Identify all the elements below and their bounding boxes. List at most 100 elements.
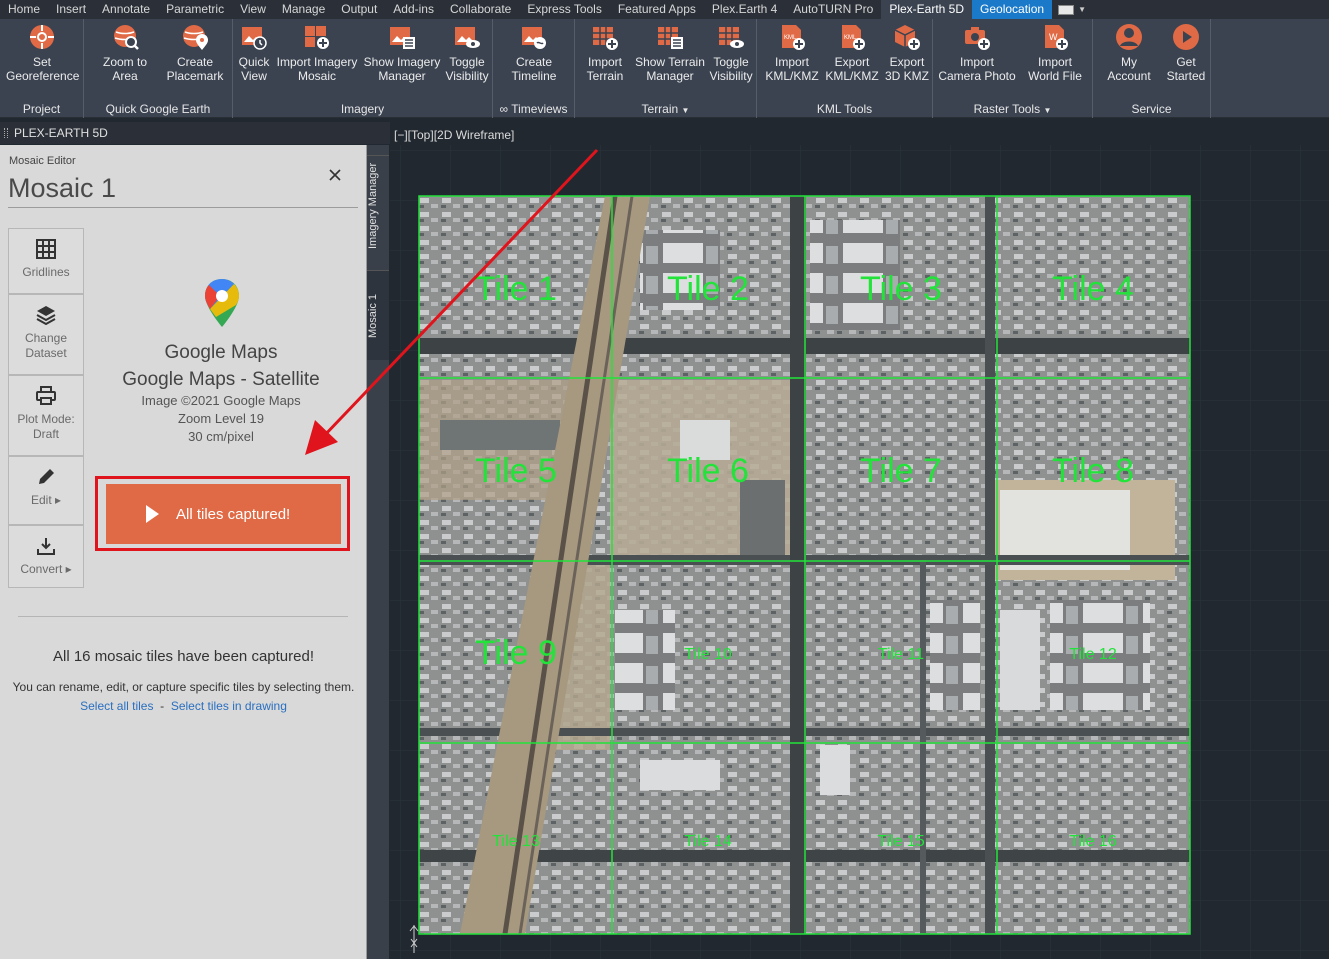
panel-project: Set Georeference Project	[0, 19, 84, 118]
tool-column: Gridlines Change Dataset Plot Mode: Draf…	[8, 228, 84, 588]
create-placemark-button[interactable]: Create Placemark	[162, 23, 228, 83]
tile-label[interactable]: Tile 16	[1069, 833, 1117, 850]
tab-express-tools[interactable]: Express Tools	[519, 0, 609, 19]
import-world-file-button[interactable]: W Import World File	[1021, 23, 1089, 83]
set-georeference-button[interactable]: Set Georeference	[6, 23, 79, 83]
camera-import-icon	[965, 27, 990, 50]
plot-mode-button[interactable]: Plot Mode: Draft	[8, 375, 84, 456]
dataset-resolution: 30 cm/pixel	[188, 429, 254, 444]
editor-label: Mosaic Editor	[9, 155, 76, 167]
tab-insert[interactable]: Insert	[48, 0, 94, 19]
select-all-tiles-link[interactable]: Select all tiles	[80, 699, 153, 713]
link-separator: -	[160, 699, 165, 713]
layers-icon	[36, 306, 56, 325]
tab-home[interactable]: Home	[0, 0, 48, 19]
import-imagery-mosaic-button[interactable]: Import Imagery Mosaic	[275, 23, 359, 83]
viewport-controls[interactable]: [−][Top][2D Wireframe]	[394, 128, 514, 142]
tile-label[interactable]: Tile 15	[877, 833, 925, 850]
show-imagery-manager-button[interactable]: Show Imagery Manager	[361, 23, 443, 83]
import-terrain-button[interactable]: Import Terrain	[581, 23, 629, 83]
tile-label[interactable]: Tile 13	[492, 833, 540, 850]
toggle-visibility-terrain-button[interactable]: Toggle Visibility	[707, 23, 755, 83]
panel-imagery: Quick View Import Imagery Mosaic Show Im…	[233, 19, 493, 118]
import-camera-photo-button[interactable]: Import Camera Photo	[937, 23, 1017, 83]
highlight-box: All tiles captured!	[95, 476, 350, 551]
tile-label[interactable]: Tile 5	[475, 452, 557, 490]
close-icon[interactable]	[327, 167, 343, 183]
tile-label[interactable]: Tile 2	[667, 270, 749, 308]
tile-label[interactable]: Tile 12	[1069, 646, 1117, 663]
user-account-icon	[1116, 24, 1142, 50]
tile-label[interactable]: Tile 9	[475, 634, 557, 672]
selection-links: Select all tiles - Select tiles in drawi…	[0, 699, 367, 713]
status-message: All 16 mosaic tiles have been captured!	[53, 648, 314, 665]
ribbon-tab-bar: Home Insert Annotate Parametric View Man…	[0, 0, 1329, 19]
tab-featured-apps[interactable]: Featured Apps	[610, 0, 704, 19]
change-dataset-button[interactable]: Change Dataset	[8, 294, 84, 375]
panel-service: My Account Get Started Service	[1093, 19, 1211, 118]
panel-label-service: Service	[1131, 102, 1172, 116]
drag-grip-icon[interactable]	[4, 128, 8, 138]
toggle-visibility-imagery-button[interactable]: Toggle Visibility	[443, 23, 491, 83]
tab-plex-earth-4[interactable]: Plex.Earth 4	[704, 0, 785, 19]
convert-button[interactable]: Convert ▸	[8, 525, 84, 588]
tab-parametric[interactable]: Parametric	[158, 0, 232, 19]
tile-label[interactable]: Tile 10	[684, 646, 732, 663]
tab-manage[interactable]: Manage	[274, 0, 333, 19]
create-timeline-button[interactable]: Create Timeline	[501, 23, 567, 83]
pencil-icon	[39, 469, 54, 484]
tab-annotate[interactable]: Annotate	[94, 0, 158, 19]
divider	[8, 207, 358, 208]
panel-label-quick-google-earth: Quick Google Earth	[105, 102, 211, 116]
my-account-button[interactable]: My Account	[1097, 23, 1161, 83]
ribbon-options-dropdown[interactable]: ▼	[1052, 0, 1092, 19]
show-terrain-manager-button[interactable]: Show Terrain Manager	[633, 23, 707, 83]
dataset-name: Google Maps - Satellite	[122, 369, 320, 390]
tab-autoturn-pro[interactable]: AutoTURN Pro	[785, 0, 881, 19]
palette-title-bar[interactable]: PLEX-EARTH 5D	[0, 122, 390, 144]
select-tiles-in-drawing-link[interactable]: Select tiles in drawing	[171, 699, 287, 713]
tile-label[interactable]: Tile 3	[860, 270, 942, 308]
side-tab-mosaic-1[interactable]: Mosaic 1	[367, 270, 389, 360]
ribbon: Set Georeference Project Zoom to Area Cr…	[0, 19, 1329, 118]
grid-icon	[36, 239, 56, 259]
tab-output[interactable]: Output	[333, 0, 385, 19]
tile-label[interactable]: Tile 11	[878, 646, 924, 663]
drawing-viewport[interactable]: Tile 1 Tile 2 Tile 3 Tile 4 Tile 5 Tile …	[390, 145, 1329, 959]
globe-placemark-icon	[183, 25, 208, 50]
tile-label[interactable]: Tile 7	[860, 452, 942, 490]
export-3d-kmz-button[interactable]: Export 3D KMZ	[883, 23, 931, 83]
panel-label-raster-tools[interactable]: Raster Tools ▼	[933, 102, 1092, 116]
mosaic-title: Mosaic 1	[8, 173, 117, 203]
zoom-to-area-button[interactable]: Zoom to Area	[92, 23, 158, 83]
panel-kml-tools: KML Import KML/KMZ KML Export KML/KMZ Ex…	[757, 19, 933, 118]
import-kml-button[interactable]: KML Import KML/KMZ	[761, 23, 823, 83]
panel-label-terrain[interactable]: Terrain ▼	[575, 102, 756, 116]
tab-plex-earth-5d[interactable]: Plex-Earth 5D	[881, 0, 973, 19]
tile-label[interactable]: Tile 6	[667, 452, 749, 490]
terrain-eye-icon	[719, 27, 744, 48]
tile-label[interactable]: Tile 1	[475, 270, 557, 308]
tile-label[interactable]: Tile 8	[1052, 452, 1134, 490]
get-started-button[interactable]: Get Started	[1163, 23, 1209, 83]
palette-title: PLEX-EARTH 5D	[14, 126, 108, 140]
gridlines-button[interactable]: Gridlines	[8, 228, 84, 294]
kml-export-icon: KML	[842, 25, 865, 50]
cube-export-icon	[894, 25, 920, 50]
globe-zoom-icon	[114, 25, 139, 50]
tile-label[interactable]: Tile 4	[1052, 270, 1134, 308]
capture-tiles-button[interactable]: All tiles captured!	[106, 484, 341, 544]
play-circle-icon	[1173, 24, 1199, 50]
tab-add-ins[interactable]: Add-ins	[385, 0, 442, 19]
tab-collaborate[interactable]: Collaborate	[442, 0, 519, 19]
tab-view[interactable]: View	[232, 0, 274, 19]
side-tab-imagery-manager[interactable]: Imagery Manager	[367, 155, 389, 255]
tab-geolocation[interactable]: Geolocation	[972, 0, 1053, 19]
quick-view-button[interactable]: Quick View	[235, 23, 273, 83]
play-icon	[146, 505, 159, 523]
divider	[18, 616, 348, 617]
tile-label[interactable]: Tile 14	[684, 833, 732, 850]
export-kml-button[interactable]: KML Export KML/KMZ	[823, 23, 881, 83]
edit-button[interactable]: Edit ▸	[8, 456, 84, 525]
panel-label-timeviews: ∞ Timeviews	[499, 102, 568, 116]
